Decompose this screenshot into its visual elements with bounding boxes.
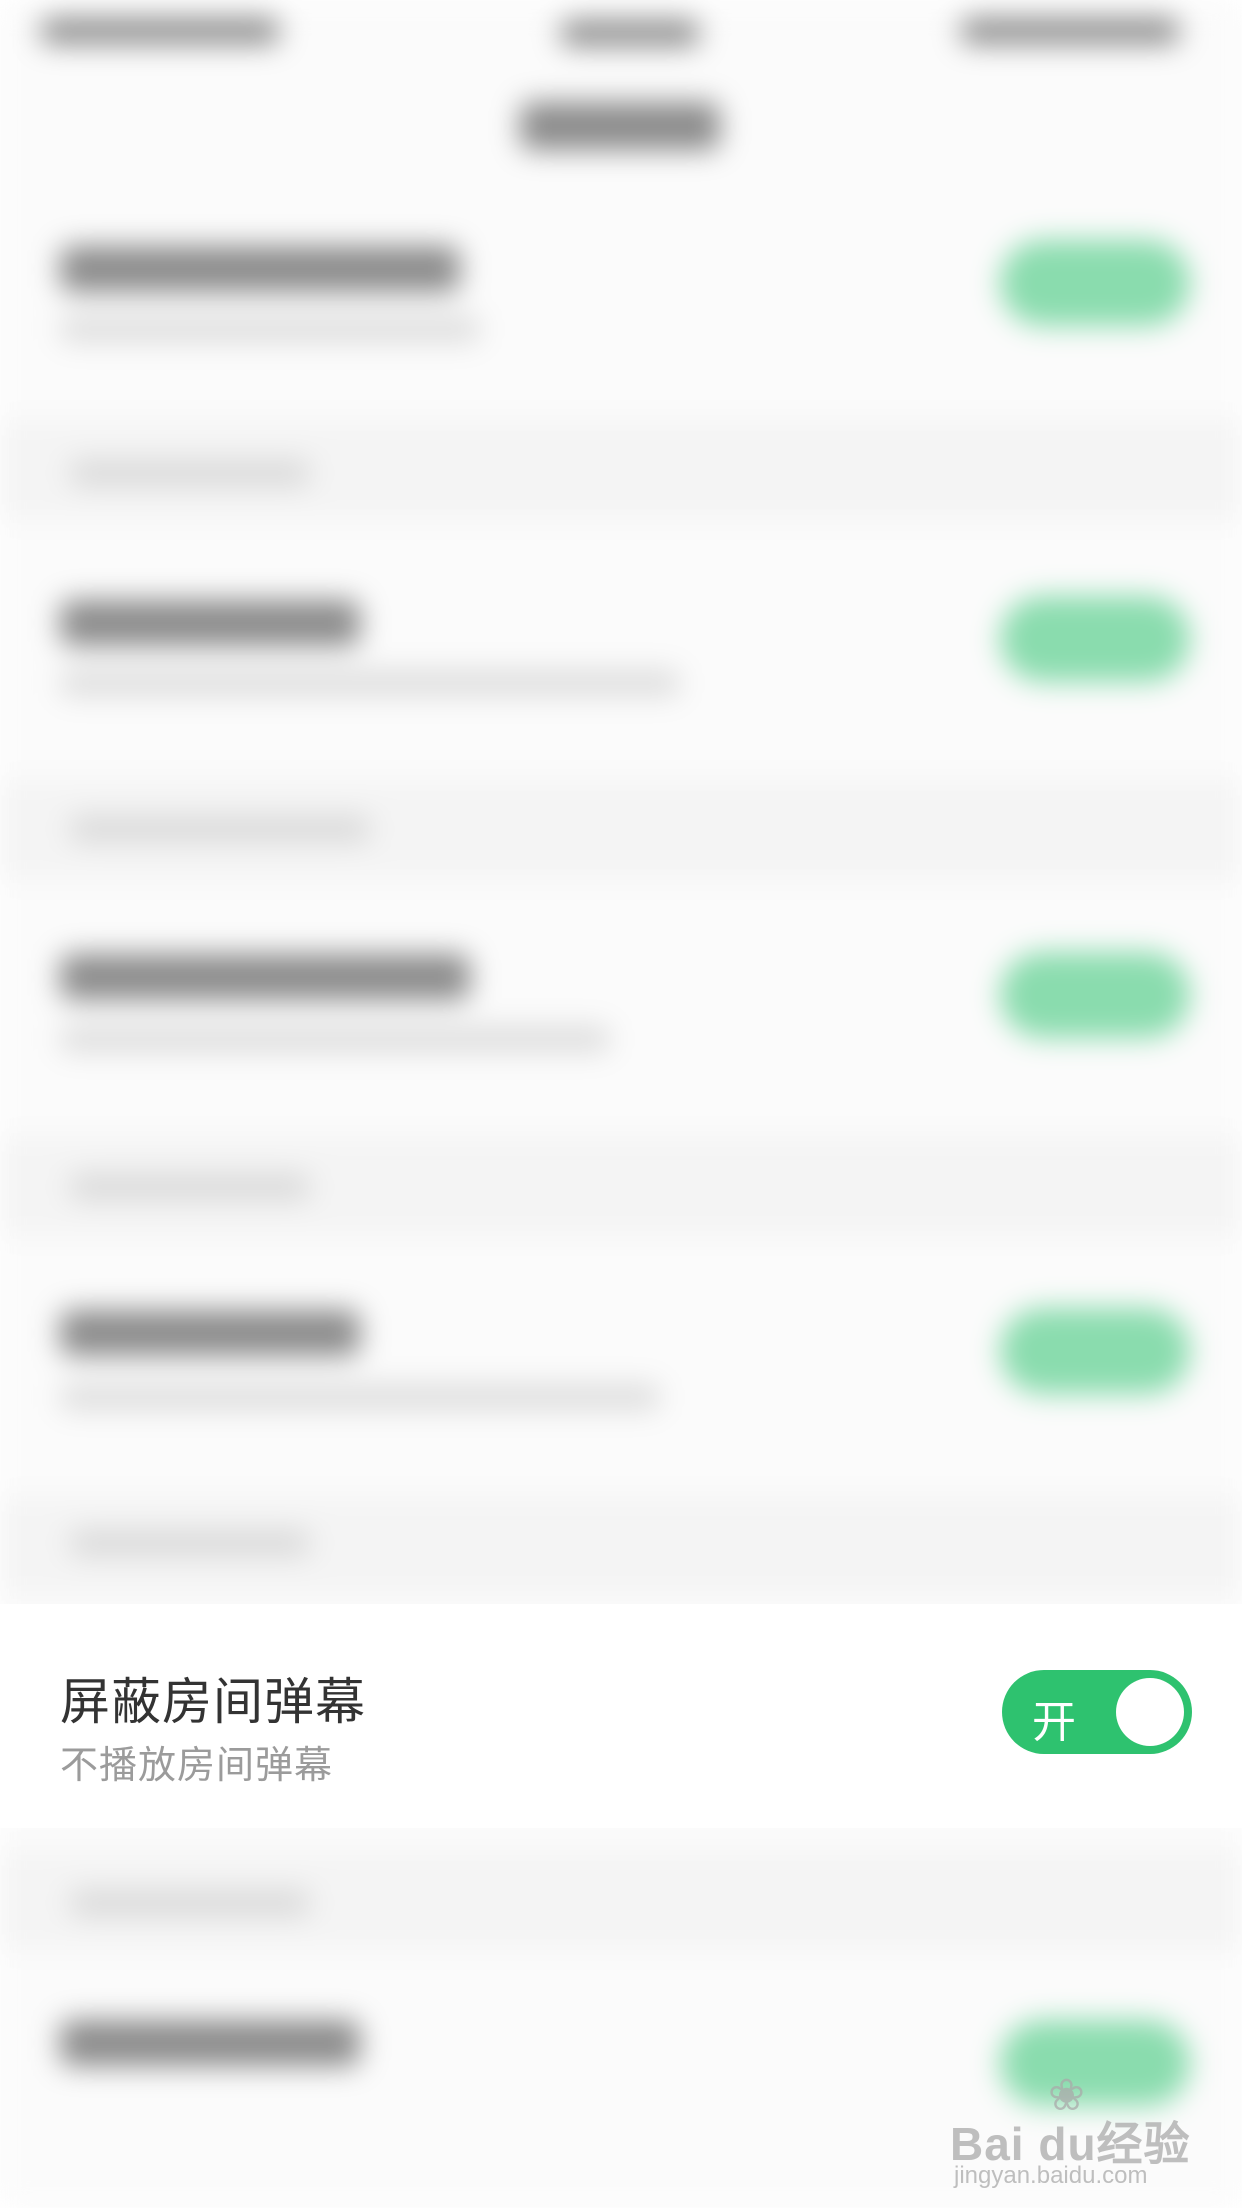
blurred-background xyxy=(0,0,1242,2208)
watermark-url: jingyan.baidu.com xyxy=(954,2162,1148,2189)
toggle-knob xyxy=(1116,1678,1184,1746)
setting-subtitle: 不播放房间弹幕 xyxy=(60,1743,334,1787)
setting-title: 屏蔽房间弹幕 xyxy=(60,1673,366,1731)
block-danmaku-toggle[interactable]: 开 xyxy=(1002,1670,1192,1754)
toggle-state-label: 开 xyxy=(1032,1697,1076,1748)
baidu-jingyan-watermark: ❀ Bai du经验 jingyan.baidu.com xyxy=(950,2070,1220,2190)
setting-row-block-room-danmaku: 屏蔽房间弹幕 不播放房间弹幕 开 xyxy=(0,1604,1242,1828)
settings-screen: 屏蔽房间弹幕 不播放房间弹幕 开 ❀ Bai du经验 jingyan.baid… xyxy=(0,0,1242,2208)
